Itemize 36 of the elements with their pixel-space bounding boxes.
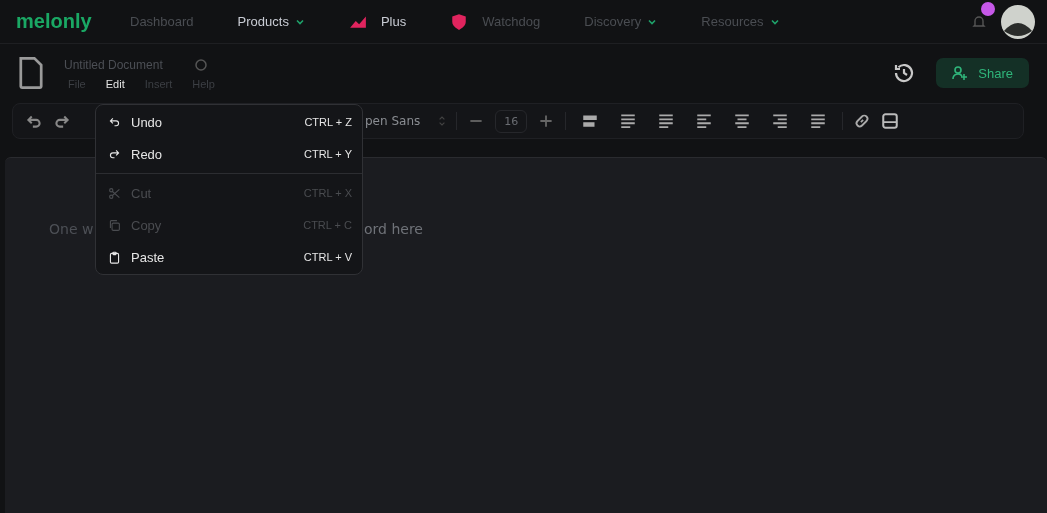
nav-link[interactable]: Plus bbox=[348, 12, 407, 31]
placeholder-text: ord here bbox=[364, 221, 423, 237]
menu-item[interactable]: Undo CTRL + Z bbox=[96, 106, 362, 138]
list-icon[interactable] bbox=[657, 112, 676, 130]
menu-item[interactable]: Paste CTRL + V bbox=[96, 241, 362, 273]
align-justify-icon[interactable] bbox=[809, 112, 828, 130]
list-icon[interactable] bbox=[619, 112, 638, 130]
nav-link[interactable]: Discovery bbox=[584, 12, 658, 31]
align-right-icon[interactable] bbox=[771, 112, 790, 130]
undo-icon bbox=[108, 115, 121, 129]
share-button[interactable]: Share bbox=[936, 58, 1029, 88]
redo-icon bbox=[108, 147, 121, 161]
menu-tab[interactable]: Edit bbox=[99, 77, 131, 90]
image-icon[interactable] bbox=[881, 112, 900, 130]
avatar[interactable] bbox=[1001, 4, 1035, 39]
scissors-icon bbox=[108, 186, 121, 200]
format-icon[interactable] bbox=[581, 112, 600, 130]
logo[interactable]: melonly bbox=[16, 10, 130, 33]
sync-icon bbox=[192, 56, 209, 73]
nav-link[interactable]: Products bbox=[237, 12, 305, 31]
link-icon[interactable] bbox=[853, 112, 872, 130]
chevron-up-down-icon bbox=[438, 114, 447, 128]
nav-link[interactable]: Dashboard bbox=[130, 12, 194, 31]
document-title[interactable]: Untitled Document bbox=[64, 57, 163, 72]
font-size-field[interactable]: 16 bbox=[495, 109, 528, 133]
add-user-icon bbox=[952, 65, 969, 81]
font-dropdown[interactable]: pen Sans bbox=[365, 114, 421, 128]
clipboard-icon bbox=[108, 250, 121, 264]
nav-link[interactable]: Resources bbox=[701, 12, 780, 31]
bell-icon[interactable] bbox=[971, 13, 987, 30]
shield-icon bbox=[450, 12, 469, 31]
copy-icon bbox=[108, 218, 121, 232]
document-icon bbox=[16, 56, 46, 90]
align-center-icon[interactable] bbox=[733, 112, 752, 130]
nav-link[interactable]: Watchdog bbox=[450, 12, 541, 31]
align-left-icon[interactable] bbox=[695, 112, 714, 130]
